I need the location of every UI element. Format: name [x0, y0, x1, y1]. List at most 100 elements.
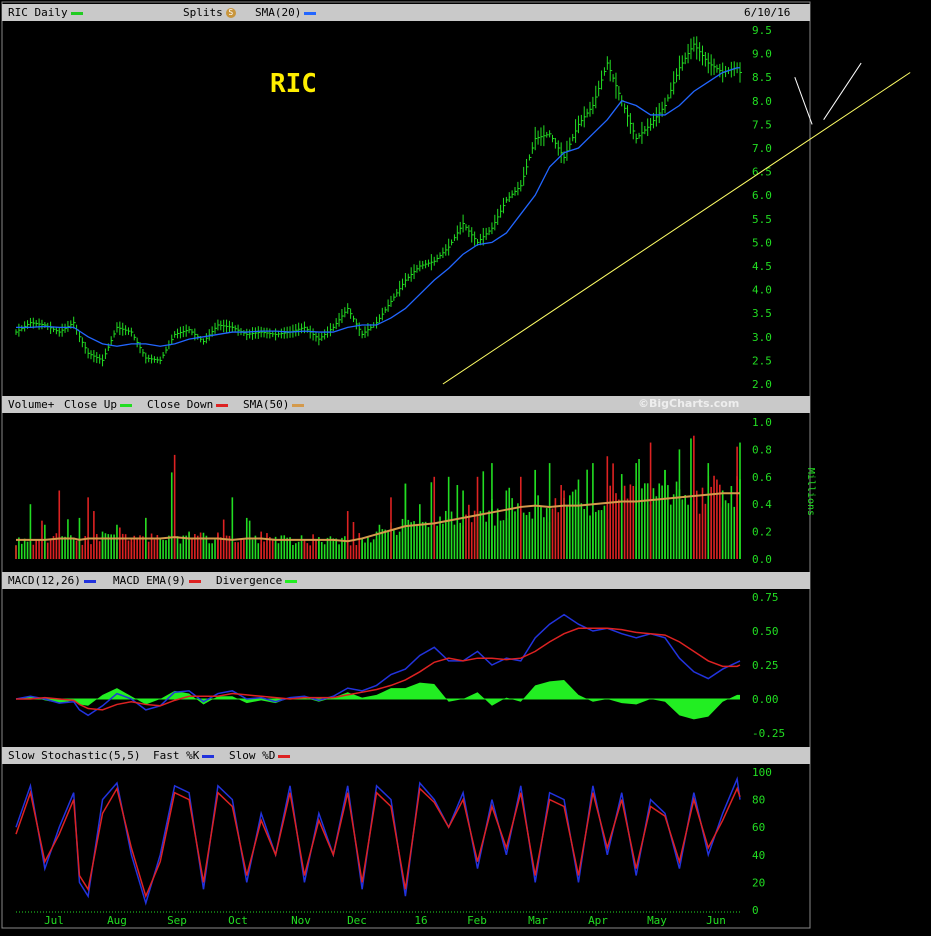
volume-bar [583, 509, 586, 559]
volume-bar [655, 496, 658, 559]
volume-bar [401, 518, 404, 559]
volume-bar [528, 511, 531, 559]
volume-peak-bar [274, 542, 277, 559]
volume-bar [456, 485, 459, 559]
volume-peak-bar [505, 490, 508, 559]
volume-bar [90, 544, 92, 559]
volume-bar [517, 503, 519, 559]
volume-bar [459, 522, 462, 559]
macd-swatch [83, 579, 96, 583]
month-label: Mar [528, 914, 548, 927]
price-y-tick-label: 5.0 [752, 236, 772, 249]
volume-bar [488, 510, 490, 559]
volume-peak-bar [476, 476, 479, 559]
volume-peak-bar [462, 490, 464, 559]
price-y-tick-label: 6.5 [752, 166, 772, 179]
volume-bar [306, 543, 309, 559]
fast-k-line [15, 776, 741, 906]
volume-bar [416, 523, 418, 559]
volume-bar [263, 541, 265, 559]
volume-y-tick-label: 0.6 [752, 471, 772, 484]
volume-peak-bar [419, 504, 421, 559]
volume-label: Volume+ [8, 398, 55, 411]
volume-bar [395, 534, 398, 559]
month-label: Dec [347, 914, 367, 927]
macd-y-tick-label: 0.25 [752, 659, 779, 672]
volume-bar [522, 512, 525, 559]
volume-bar [600, 510, 603, 559]
volume-bar [191, 539, 193, 559]
volume-bar [511, 498, 513, 559]
volume-bar [681, 499, 684, 559]
volume-bar [335, 538, 337, 559]
volume-peak-bar [130, 538, 133, 559]
volume-peak-bar [577, 479, 580, 559]
volume-bar [641, 488, 643, 559]
volume-bar [499, 520, 502, 559]
volume-peak-bar [29, 504, 32, 559]
splits-icon: S [225, 8, 236, 18]
price-bars [15, 36, 742, 367]
volume-peak-bar [404, 483, 407, 559]
price-y-tick-label: 4.0 [752, 284, 772, 297]
divergence-area [16, 679, 740, 720]
volume-bar [444, 510, 447, 559]
volume-bar [701, 487, 704, 559]
volume-bar [234, 542, 237, 559]
volume-bar [667, 485, 669, 559]
macd-y-tick-label: -0.25 [752, 727, 785, 740]
volume-bar [61, 536, 63, 559]
volume-bar [367, 537, 369, 559]
volume-bar [560, 485, 562, 559]
volume-peak-bar [72, 538, 75, 559]
volume-peak-bar [202, 538, 205, 559]
volume-bar [724, 500, 727, 559]
volume-bar [430, 482, 433, 559]
volume-bar [540, 507, 542, 559]
price-y-tick-label: 8.5 [752, 71, 772, 84]
volume-bar [574, 489, 577, 559]
volume-peak-bar [159, 542, 162, 559]
price-panel-header: RIC Daily Splits S SMA(20) 6/10/16 [2, 4, 810, 21]
volume-bar [733, 506, 736, 559]
sma20-swatch [304, 11, 317, 15]
volume-peak-bar [188, 531, 190, 559]
price-y-tick-label: 8.0 [752, 95, 772, 108]
volume-bar [580, 503, 583, 559]
volume-peak-bar [606, 456, 609, 559]
macd-label: MACD(12,26) [8, 574, 81, 587]
volume-bar [393, 530, 395, 559]
volume-bar [248, 520, 251, 559]
divergence-label: Divergence [216, 574, 283, 587]
price-y-tick-label: 5.5 [752, 213, 772, 226]
volume-bar [470, 522, 473, 559]
close-up-label: Close Up [64, 398, 117, 411]
volume-bar [525, 515, 528, 559]
chart-stage: 2.0 2.5 3.0 3.5 4.0 4.5 5.0 5.5 6.0 6.5 7.0 7.5 8.0 8… [0, 0, 931, 932]
volume-bar [26, 541, 29, 559]
volume-bar [436, 525, 438, 559]
month-label: Sep [167, 914, 187, 927]
volume-bar [623, 485, 626, 559]
volume-bar [153, 539, 156, 559]
volume-bar [355, 545, 358, 559]
volume-bar [384, 529, 387, 559]
fast-k-legend: Fast %K [153, 747, 215, 764]
volume-bar [508, 487, 511, 559]
month-label: Apr [588, 914, 608, 927]
stoch-y-tick-label: 60 [752, 821, 765, 834]
volume-peak-bar [78, 517, 81, 559]
volume-bar [20, 543, 23, 559]
volume-bar [297, 541, 300, 559]
volume-bar [571, 491, 574, 559]
volume-bar [98, 541, 101, 559]
volume-bar [349, 545, 352, 559]
volume-bar [286, 537, 288, 559]
volume-peak-bar [707, 463, 710, 559]
volume-bar [338, 544, 340, 559]
volume-bar [557, 512, 560, 559]
volume-bar [147, 541, 150, 559]
macd-y-tick-label: 0.00 [752, 693, 779, 706]
volume-bar [638, 458, 640, 559]
volume-bar [594, 511, 597, 559]
